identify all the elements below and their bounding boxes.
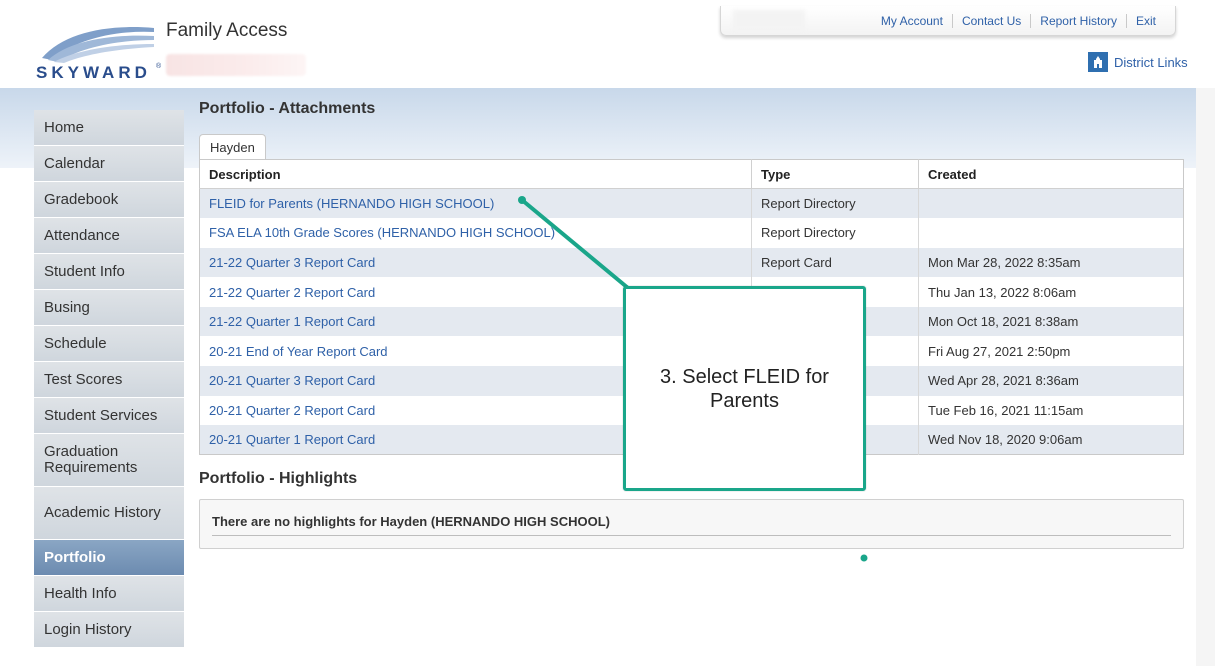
attachment-created [918, 188, 1184, 219]
attachment-created: Fri Aug 27, 2021 2:50pm [918, 336, 1184, 367]
attachment-created: Mon Oct 18, 2021 8:38am [918, 306, 1184, 337]
skyward-logo: SKYWARD ® [36, 27, 162, 82]
column-header-description[interactable]: Description [199, 159, 752, 189]
column-header-created[interactable]: Created [918, 159, 1184, 189]
attachments-title: Portfolio - Attachments [199, 100, 376, 117]
sidebar-item-health-info[interactable]: Health Info [34, 576, 184, 612]
table-row: 21-22 Quarter 3 Report Card Report Card … [199, 247, 1184, 278]
attachment-created: Tue Feb 16, 2021 11:15am [918, 395, 1184, 426]
logo-wordmark: SKYWARD [36, 63, 151, 82]
table-header-row: Description Type Created [199, 159, 1184, 189]
column-header-type[interactable]: Type [751, 159, 919, 189]
attachment-created: Wed Apr 28, 2021 8:36am [918, 366, 1184, 396]
app-title: Family Access [166, 20, 288, 41]
sidebar-item-busing[interactable]: Busing [34, 290, 184, 326]
highlights-panel: There are no highlights for Hayden (HERN… [199, 499, 1184, 549]
attachment-link[interactable]: FSA ELA 10th Grade Scores (HERNANDO HIGH… [209, 225, 555, 240]
annotation-text: 3. Select FLEID for Parents [660, 366, 829, 412]
my-account-link[interactable]: My Account [872, 14, 952, 28]
contact-us-link[interactable]: Contact Us [951, 13, 1030, 28]
divider [212, 535, 1171, 536]
main-content: Portfolio - Attachments Hayden Descripti… [199, 100, 1184, 549]
attachment-type: Report Directory [751, 218, 919, 248]
attachment-link[interactable]: 21-22 Quarter 1 Report Card [209, 314, 375, 329]
table-row: FSA ELA 10th Grade Scores (HERNANDO HIGH… [199, 218, 1184, 248]
attachment-link[interactable]: 21-22 Quarter 2 Report Card [209, 285, 375, 300]
attachment-type: Report Directory [751, 188, 919, 219]
top-links-bar: My Account Contact Us Report History Exi… [720, 6, 1176, 36]
exit-link[interactable]: Exit [1125, 13, 1165, 28]
sidebar-item-portfolio[interactable]: Portfolio [34, 540, 184, 576]
district-building-icon [1088, 52, 1108, 72]
sidebar-item-test-scores[interactable]: Test Scores [34, 362, 184, 398]
sidebar-item-calendar[interactable]: Calendar [34, 146, 184, 182]
sidebar-item-attendance[interactable]: Attendance [34, 218, 184, 254]
attachment-link[interactable]: FLEID for Parents (HERNANDO HIGH SCHOOL) [209, 196, 494, 211]
attachment-link[interactable]: 20-21 Quarter 1 Report Card [209, 432, 375, 447]
attachment-link[interactable]: 20-21 Quarter 2 Report Card [209, 403, 375, 418]
sidebar-item-student-info[interactable]: Student Info [34, 254, 184, 290]
student-name-redacted [166, 54, 306, 76]
page-header: SKYWARD ® Family Access My Account Conta… [0, 0, 1215, 88]
sidebar-item-schedule[interactable]: Schedule [34, 326, 184, 362]
attachment-created: Mon Mar 28, 2022 8:35am [918, 247, 1184, 278]
sidebar-item-graduation-requirements[interactable]: Graduation Requirements [34, 434, 184, 487]
highlights-title: Portfolio - Highlights [199, 470, 358, 487]
sidebar-item-academic-history[interactable]: Academic History [34, 487, 184, 540]
table-row: FLEID for Parents (HERNANDO HIGH SCHOOL)… [199, 188, 1184, 219]
attachment-created: Thu Jan 13, 2022 8:06am [918, 277, 1184, 307]
report-history-link[interactable]: Report History [1030, 13, 1126, 28]
sidebar-nav: Home Calendar Gradebook Attendance Stude… [34, 110, 184, 648]
tab-student-hayden[interactable]: Hayden [199, 134, 266, 159]
attachment-created [918, 218, 1184, 248]
sidebar-item-gradebook[interactable]: Gradebook [34, 182, 184, 218]
attachment-created: Wed Nov 18, 2020 9:06am [918, 425, 1184, 455]
attachment-link[interactable]: 20-21 End of Year Report Card [209, 344, 388, 359]
attachment-link[interactable]: 20-21 Quarter 3 Report Card [209, 373, 375, 388]
attachment-link[interactable]: 21-22 Quarter 3 Report Card [209, 255, 375, 270]
sidebar-item-student-services[interactable]: Student Services [34, 398, 184, 434]
district-links-label: District Links [1114, 54, 1188, 70]
attachment-type: Report Card [751, 247, 919, 278]
district-links-button[interactable]: District Links [1088, 52, 1188, 72]
annotation-callout: 3. Select FLEID for Parents [623, 286, 866, 491]
highlights-empty-message: There are no highlights for Hayden (HERN… [212, 514, 610, 529]
page-scrollbar[interactable] [1196, 0, 1215, 666]
annotation-stray-dot [860, 554, 868, 562]
svg-text:®: ® [156, 62, 162, 70]
redacted-slot [733, 10, 805, 30]
sidebar-item-home[interactable]: Home [34, 110, 184, 146]
sidebar-item-login-history[interactable]: Login History [34, 612, 184, 648]
